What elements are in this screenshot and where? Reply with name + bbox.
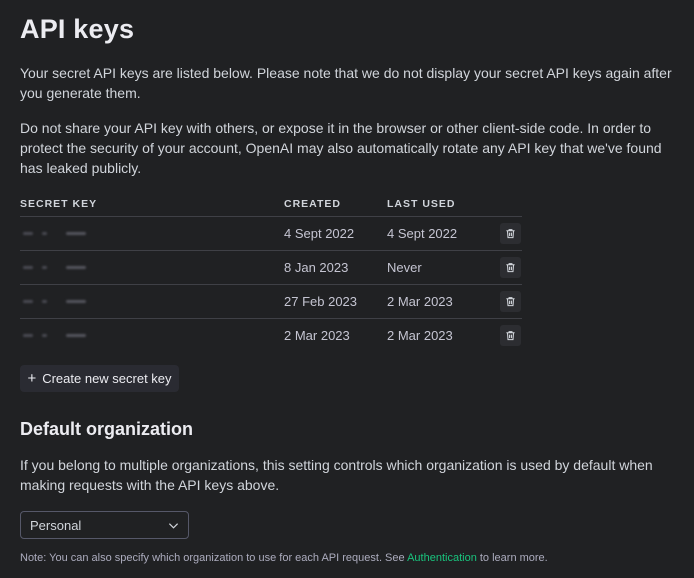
create-new-secret-key-button[interactable]: + Create new secret key xyxy=(20,365,179,392)
header-secret-key: SECRET KEY xyxy=(20,198,98,210)
table-header: SECRET KEY CREATED LAST USED xyxy=(20,194,522,217)
page-title: API keys xyxy=(20,14,135,44)
last-used-date: 2 Mar 2023 xyxy=(387,328,453,343)
delete-key-button[interactable] xyxy=(500,257,521,278)
created-date: 4 Sept 2022 xyxy=(284,226,355,241)
trash-icon xyxy=(506,229,515,239)
created-date: 2 Mar 2023 xyxy=(284,328,350,343)
redacted-secret-key xyxy=(20,325,98,345)
authentication-note: Note: You can also specify which organiz… xyxy=(20,552,548,564)
security-paragraph: Do not share your API key with others, o… xyxy=(20,120,662,176)
trash-icon xyxy=(506,263,515,273)
header-last-used: LAST USED xyxy=(387,198,456,210)
organization-select-value: Personal xyxy=(30,518,82,533)
table-row: 27 Feb 2023 2 Mar 2023 xyxy=(20,285,522,319)
created-date: 8 Jan 2023 xyxy=(284,260,349,275)
create-button-label: Create new secret key xyxy=(42,371,172,386)
default-organization-description: If you belong to multiple organizations,… xyxy=(20,457,653,493)
plus-icon: + xyxy=(27,370,37,387)
note-suffix: to learn more. xyxy=(476,552,548,564)
last-used-date: 4 Sept 2022 xyxy=(387,226,458,241)
table-row: 8 Jan 2023 Never xyxy=(20,251,522,285)
delete-key-button[interactable] xyxy=(500,223,521,244)
redacted-secret-key xyxy=(20,291,98,311)
header-created: CREATED xyxy=(284,198,341,210)
table-row: 4 Sept 2022 4 Sept 2022 xyxy=(20,217,522,251)
chevron-down-icon xyxy=(168,523,179,529)
created-date: 27 Feb 2023 xyxy=(284,294,358,309)
delete-key-button[interactable] xyxy=(500,291,521,312)
redacted-secret-key xyxy=(20,223,98,243)
last-used-date: 2 Mar 2023 xyxy=(387,294,453,309)
last-used-date: Never xyxy=(387,260,422,275)
organization-select[interactable]: Personal xyxy=(20,511,189,539)
trash-icon xyxy=(506,297,515,307)
trash-icon xyxy=(506,331,515,341)
authentication-link[interactable]: Authentication xyxy=(407,552,477,564)
default-organization-heading: Default organization xyxy=(20,419,194,439)
delete-key-button[interactable] xyxy=(500,325,521,346)
note-prefix: Note: You can also specify which organiz… xyxy=(20,552,408,564)
intro-paragraph: Your secret API keys are listed below. P… xyxy=(20,65,672,101)
redacted-secret-key xyxy=(20,257,98,277)
api-keys-page: API keys Your secret API keys are listed… xyxy=(0,0,694,578)
table-row: 2 Mar 2023 2 Mar 2023 xyxy=(20,319,522,352)
api-keys-table: SECRET KEY CREATED LAST USED 4 Sept 2022… xyxy=(20,194,522,352)
